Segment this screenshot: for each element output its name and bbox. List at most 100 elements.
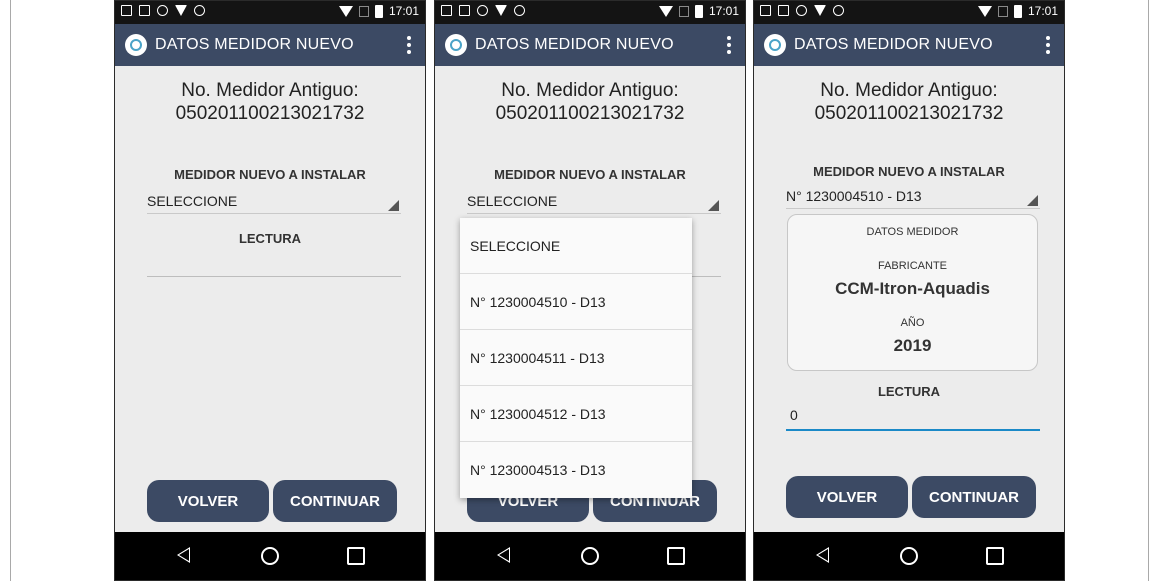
new-meter-select[interactable]: SELECCIONE	[147, 190, 401, 214]
record-icon	[477, 5, 488, 16]
new-meter-select[interactable]: N° 1230004510 - D13	[786, 185, 1040, 209]
image-icon	[778, 5, 789, 16]
old-meter-value: 050201100213021732	[175, 103, 365, 124]
dropdown-arrow-icon	[1027, 195, 1038, 206]
nav-recents-icon[interactable]	[347, 547, 365, 565]
battery-icon	[374, 4, 383, 18]
battery-icon	[694, 4, 703, 18]
dropdown-option[interactable]: N° 1230004511 - D13	[460, 330, 692, 386]
app-logo-icon	[764, 34, 786, 56]
app-title: DATOS MEDIDOR NUEVO	[155, 36, 354, 53]
form-content: No. Medidor Antiguo: 050201100213021732 …	[115, 66, 425, 534]
dropdown-option[interactable]: N° 1230004510 - D13	[460, 274, 692, 330]
new-meter-label: MEDIDOR NUEVO A INSTALAR	[174, 167, 366, 182]
cast-icon	[760, 5, 771, 16]
nav-home-icon[interactable]	[900, 547, 918, 565]
nav-back-icon[interactable]	[177, 547, 190, 563]
form-content: No. Medidor Antiguo: 050201100213021732 …	[435, 66, 745, 534]
meter-dropdown-list: SELECCIONE N° 1230004510 - D13 N° 123000…	[460, 218, 692, 498]
manufacturer-label: FABRICANTE	[877, 260, 948, 272]
navigation-bar	[754, 532, 1064, 580]
app-title: DATOS MEDIDOR NUEVO	[475, 36, 674, 53]
reading-label: LECTURA	[877, 384, 941, 399]
app-bar: DATOS MEDIDOR NUEVO	[115, 24, 425, 66]
navigation-bar	[435, 532, 745, 580]
select-value: N° 1230004510 - D13	[786, 188, 922, 204]
overflow-menu-icon[interactable]	[727, 36, 731, 54]
dropdown-option[interactable]: SELECCIONE	[460, 218, 692, 274]
overflow-menu-icon[interactable]	[407, 36, 411, 54]
new-meter-label: MEDIDOR NUEVO A INSTALAR	[813, 164, 1005, 179]
android-icon	[514, 5, 525, 16]
new-meter-label: MEDIDOR NUEVO A INSTALAR	[494, 167, 686, 182]
android-icon	[194, 5, 205, 16]
cast-icon	[121, 5, 132, 16]
wifi-icon	[338, 5, 353, 17]
app-logo-icon	[125, 34, 147, 56]
image-icon	[459, 5, 470, 16]
nav-home-icon[interactable]	[261, 547, 279, 565]
old-meter-block: No. Medidor Antiguo: 050201100213021732	[754, 79, 1064, 125]
app-bar: DATOS MEDIDOR NUEVO	[754, 24, 1064, 66]
nav-back-icon[interactable]	[816, 547, 829, 563]
nav-recents-icon[interactable]	[986, 547, 1004, 565]
dropdown-option[interactable]: N° 1230004512 - D13	[460, 386, 692, 442]
dropdown-option[interactable]: N° 1230004513 - D13	[460, 442, 692, 498]
reading-input[interactable]	[147, 248, 401, 277]
figure-frame-right	[1148, 0, 1149, 581]
continue-button[interactable]: CONTINUAR	[912, 476, 1036, 518]
dropdown-arrow-icon	[388, 200, 399, 211]
phone-screen-1: 17:01 DATOS MEDIDOR NUEVO No. Medidor An…	[114, 0, 426, 581]
no-signal-icon	[997, 5, 1008, 17]
back-button[interactable]: VOLVER	[147, 480, 269, 522]
year-value: 2019	[893, 336, 932, 355]
dropdown-arrow-icon	[708, 200, 719, 211]
image-icon	[139, 5, 150, 16]
back-button[interactable]: VOLVER	[786, 476, 908, 518]
reading-input[interactable]: 0	[786, 401, 1040, 431]
battery-icon	[1013, 4, 1022, 18]
nav-home-icon[interactable]	[581, 547, 599, 565]
reading-value: 0	[790, 407, 798, 423]
old-meter-value: 050201100213021732	[495, 103, 685, 124]
select-value: SELECCIONE	[467, 193, 558, 209]
app-title: DATOS MEDIDOR NUEVO	[794, 36, 993, 53]
no-signal-icon	[358, 5, 369, 17]
no-signal-icon	[678, 5, 689, 17]
old-meter-label: No. Medidor Antiguo:	[181, 80, 359, 101]
wifi-icon	[977, 5, 992, 17]
android-icon	[833, 5, 844, 16]
status-bar: 17:01	[754, 1, 1064, 24]
status-bar: 17:01	[115, 1, 425, 24]
old-meter-block: No. Medidor Antiguo: 050201100213021732	[115, 79, 425, 125]
status-time: 17:01	[388, 4, 419, 18]
status-time: 17:01	[1027, 4, 1058, 18]
old-meter-label: No. Medidor Antiguo:	[820, 80, 998, 101]
nav-recents-icon[interactable]	[667, 547, 685, 565]
play-store-icon	[814, 5, 826, 16]
continue-button[interactable]: CONTINUAR	[273, 480, 397, 522]
new-meter-select[interactable]: SELECCIONE	[467, 190, 721, 214]
navigation-bar	[115, 532, 425, 580]
wifi-icon	[658, 5, 673, 17]
play-store-icon	[495, 5, 507, 16]
form-content: No. Medidor Antiguo: 050201100213021732 …	[754, 66, 1064, 534]
old-meter-value: 050201100213021732	[814, 103, 1004, 124]
old-meter-label: No. Medidor Antiguo:	[501, 80, 679, 101]
cast-icon	[441, 5, 452, 16]
year-label: AÑO	[900, 317, 925, 329]
overflow-menu-icon[interactable]	[1046, 36, 1050, 54]
phone-screen-3: 17:01 DATOS MEDIDOR NUEVO No. Medidor An…	[753, 0, 1065, 581]
app-bar: DATOS MEDIDOR NUEVO	[435, 24, 745, 66]
record-icon	[796, 5, 807, 16]
card-header: DATOS MEDIDOR	[866, 226, 959, 238]
old-meter-block: No. Medidor Antiguo: 050201100213021732	[435, 79, 745, 125]
phone-screen-2: 17:01 DATOS MEDIDOR NUEVO No. Medidor An…	[434, 0, 746, 581]
status-bar: 17:01	[435, 1, 745, 24]
play-store-icon	[175, 5, 187, 16]
nav-back-icon[interactable]	[497, 547, 510, 563]
meter-details-card: DATOS MEDIDOR FABRICANTE CCM-Itron-Aquad…	[787, 214, 1038, 371]
record-icon	[157, 5, 168, 16]
reading-label: LECTURA	[238, 231, 302, 246]
manufacturer-value: CCM-Itron-Aquadis	[835, 279, 990, 298]
